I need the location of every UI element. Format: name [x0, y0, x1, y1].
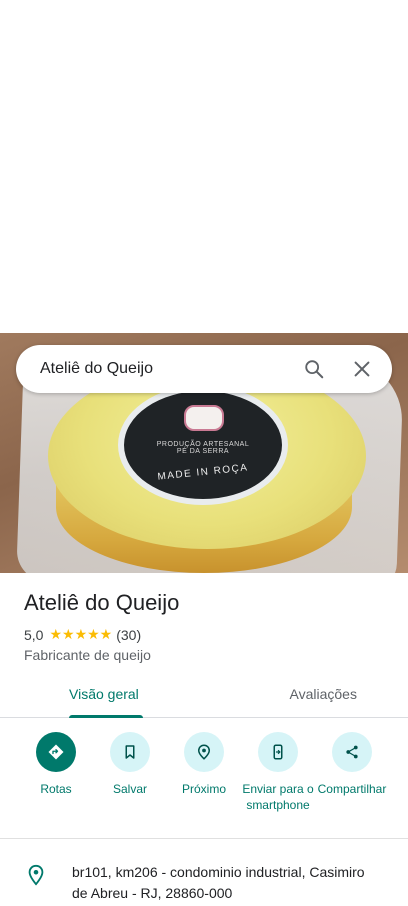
nearby-button[interactable]: Próximo [168, 732, 240, 832]
share-label: Compartilhar [317, 782, 387, 796]
place-category: Fabricante de queijo [24, 647, 151, 663]
cow-icon [184, 405, 224, 431]
tab-bar: Visão geral Avaliações [0, 676, 408, 718]
rating-value: 5,0 [24, 626, 44, 643]
send-to-phone-icon [273, 744, 283, 760]
cheese-label: PRODUÇÃO ARTESANAL PÉ DA SERRA MADE IN RO… [118, 385, 288, 505]
rating-row[interactable]: 5,0 ★★★★★ (30) [24, 626, 141, 643]
search-button[interactable] [290, 345, 338, 393]
send-to-phone-button[interactable]: Enviar para o smartphone [242, 732, 314, 832]
send-to-phone-label: Enviar para o smartphone [242, 782, 314, 812]
nearby-label: Próximo [181, 782, 226, 796]
map-area [0, 0, 408, 333]
label-text-1: PRODUÇÃO ARTESANAL PÉ DA SERRA [156, 441, 250, 455]
share-icon [346, 745, 358, 759]
search-bar[interactable]: Ateliê do Queijo [16, 345, 392, 393]
directions-icon [48, 744, 64, 760]
clear-button[interactable] [338, 345, 386, 393]
review-count: (30) [116, 626, 142, 643]
bookmark-icon [125, 745, 135, 759]
place-title: Ateliê do Queijo [24, 590, 180, 615]
share-button[interactable]: Compartilhar [316, 732, 388, 832]
search-input[interactable]: Ateliê do Queijo [16, 360, 290, 378]
divider [0, 838, 408, 839]
location-pin-icon [28, 864, 44, 886]
star-rating-icon: ★★★★★ [49, 626, 113, 642]
address-text: br101, km206 - condominio industrial, Ca… [72, 864, 365, 901]
nearby-icon [197, 744, 211, 760]
tab-reviews[interactable]: Avaliações [239, 676, 408, 717]
action-bar: Rotas Salvar Próximo Enviar para o smart… [20, 732, 388, 832]
tab-overview[interactable]: Visão geral [0, 676, 239, 718]
directions-button[interactable]: Rotas [20, 732, 92, 832]
close-icon [354, 361, 370, 377]
save-label: Salvar [112, 782, 147, 796]
save-button[interactable]: Salvar [94, 732, 166, 832]
directions-label: Rotas [40, 782, 72, 796]
label-text-2: MADE IN ROÇA [157, 462, 249, 483]
address-row[interactable]: br101, km206 - condominio industrial, Ca… [0, 862, 408, 904]
search-icon [305, 360, 324, 379]
